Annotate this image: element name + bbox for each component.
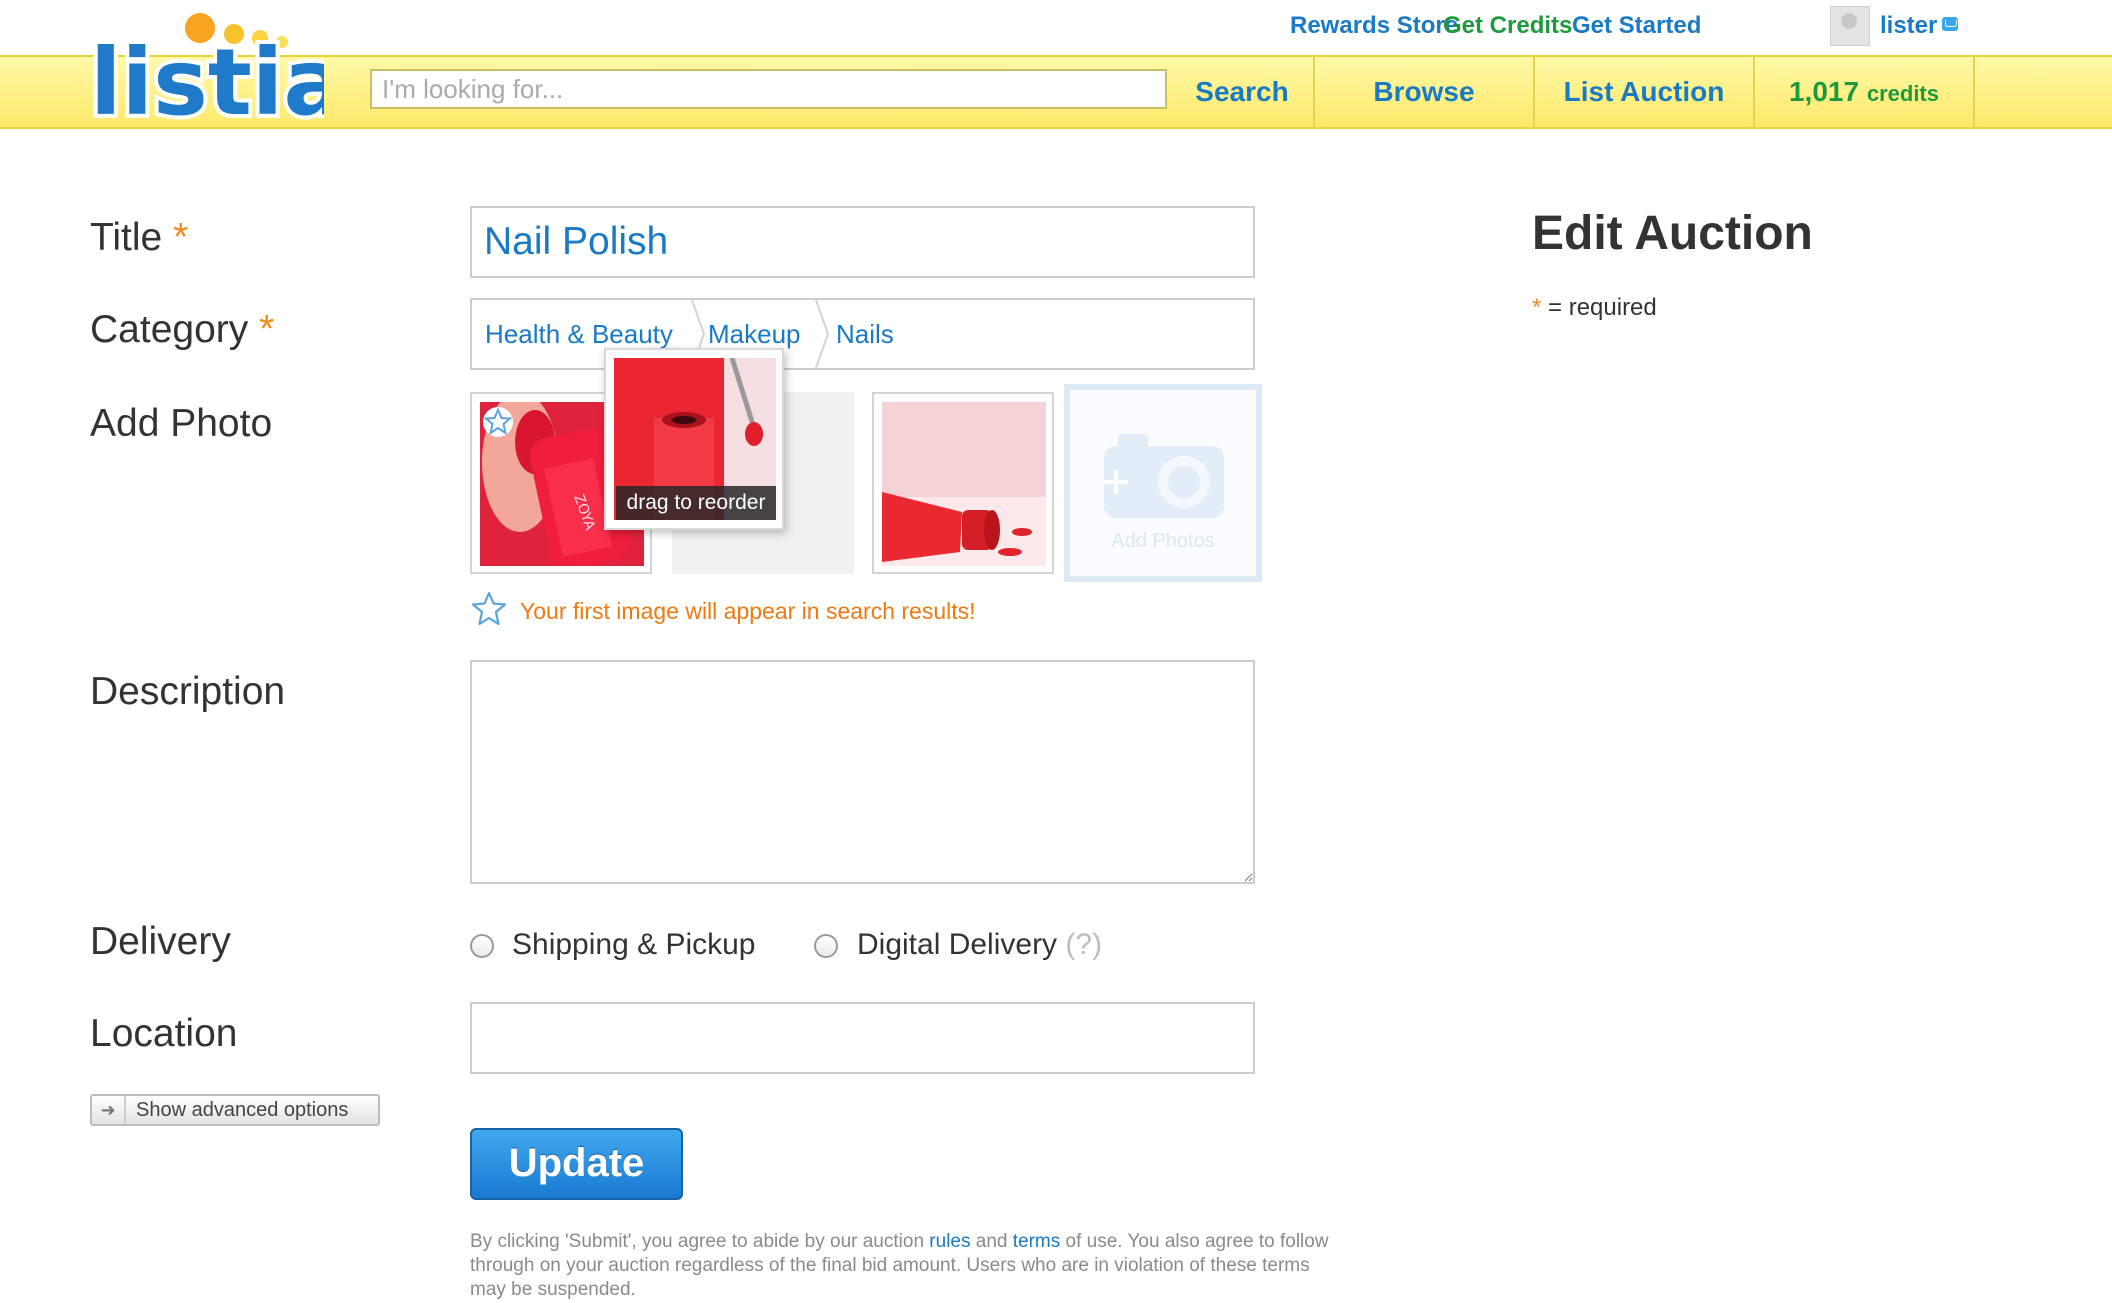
avatar[interactable] <box>1830 6 1870 46</box>
listia-logo[interactable]: listia <box>84 6 349 140</box>
legal-disclaimer: By clicking 'Submit', you agree to abide… <box>470 1231 1329 1300</box>
get-credits-link[interactable]: Get Credits <box>1443 12 1572 40</box>
digital-delivery-option: Digital Delivery (?) <box>857 928 1102 962</box>
credits-unit: credits <box>1866 81 1939 106</box>
category-label: Category * <box>90 308 275 351</box>
credits-balance[interactable]: 1,017 credits <box>1755 57 1973 127</box>
required-legend: * = required <box>1532 294 1657 321</box>
category-crumb-nails[interactable]: Nails <box>836 300 894 368</box>
nav-divider <box>1973 57 1975 127</box>
search-input[interactable] <box>370 69 1167 109</box>
dragging-photo-card[interactable]: drag to reorder <box>604 348 784 530</box>
location-input[interactable] <box>470 1002 1255 1074</box>
update-button[interactable]: Update <box>470 1128 683 1200</box>
shipping-pickup-label[interactable]: Shipping & Pickup <box>512 928 756 962</box>
description-label: Description <box>90 670 286 713</box>
title-label: Title * <box>90 216 189 259</box>
logo-text: listia <box>90 29 324 134</box>
delivery-label: Delivery <box>90 920 231 963</box>
page-title: Edit Auction <box>1532 207 1813 260</box>
digital-delivery-label[interactable]: Digital Delivery <box>857 928 1057 961</box>
search-button[interactable]: Search <box>1180 57 1304 127</box>
drag-to-reorder-tooltip: drag to reorder <box>616 486 776 520</box>
rewards-store-link[interactable]: Rewards Store <box>1290 12 1458 40</box>
nail-polish-photo <box>882 402 1046 566</box>
show-advanced-options-label: Show advanced options <box>136 1099 349 1121</box>
credits-value: 1,017 <box>1788 76 1860 107</box>
category-breadcrumb: Health & Beauty Makeup Nails <box>470 298 1255 370</box>
arrow-right-icon: ➜ <box>92 1096 126 1124</box>
star-icon <box>471 591 507 626</box>
required-asterisk: * <box>259 308 275 351</box>
shipping-pickup-radio[interactable] <box>470 934 494 958</box>
show-advanced-options-button[interactable]: ➜ Show advanced options <box>90 1094 380 1126</box>
camera-icon <box>1104 434 1224 518</box>
get-started-link[interactable]: Get Started <box>1572 12 1701 40</box>
location-label: Location <box>90 1012 238 1055</box>
add-photos-label: Add Photos <box>1111 530 1215 552</box>
rules-link[interactable]: rules <box>929 1231 970 1252</box>
chevron-right-icon <box>815 300 830 368</box>
browse-nav[interactable]: Browse <box>1315 57 1533 127</box>
required-asterisk: * <box>173 216 189 259</box>
photo-thumbnail-3[interactable] <box>872 392 1054 574</box>
first-image-tip-text: Your first image will appear in search r… <box>520 598 976 624</box>
required-asterisk: * <box>1532 294 1542 321</box>
username-link[interactable]: lister <box>1880 12 1937 40</box>
terms-link[interactable]: terms <box>1013 1231 1061 1252</box>
digital-delivery-radio[interactable] <box>814 934 838 958</box>
description-textarea[interactable] <box>470 660 1255 884</box>
add-photos-button[interactable]: Add Photos <box>1064 384 1262 582</box>
title-input[interactable] <box>470 206 1255 278</box>
list-auction-nav[interactable]: List Auction <box>1535 57 1753 127</box>
cover-star-icon <box>483 407 513 437</box>
utility-links: Rewards Store Get Credits Get Started li… <box>1290 6 1972 50</box>
mail-icon[interactable] <box>1942 17 1958 31</box>
add-photo-label: Add Photo <box>90 402 273 445</box>
digital-delivery-help-link[interactable]: (?) <box>1065 928 1102 961</box>
